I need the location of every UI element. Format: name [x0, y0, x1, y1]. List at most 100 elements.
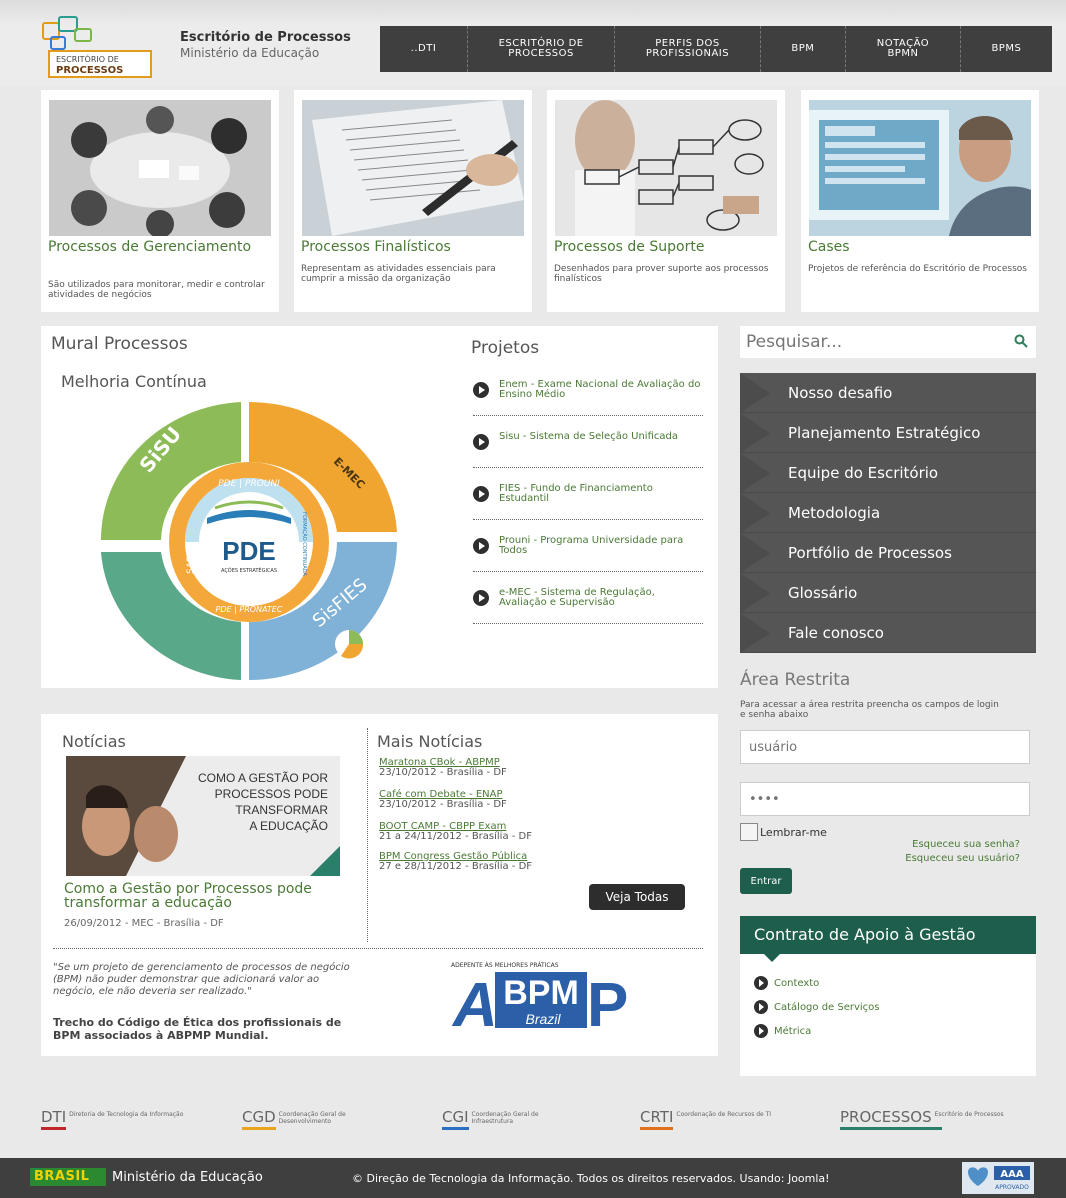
footer-bar: BRASIL Ministério da Educação © Direção …	[0, 1158, 1066, 1198]
card-desc: São utilizados para monitorar, medir e c…	[48, 280, 265, 300]
news-item-date: 23/10/2012 - Brasília - DF	[379, 799, 507, 810]
accessibility-badge[interactable]: AAA APROVADO	[962, 1162, 1034, 1194]
username-field[interactable]	[740, 730, 1030, 764]
card-title[interactable]: Processos de Gerenciamento	[48, 240, 274, 255]
contrato-link[interactable]: Contexto	[774, 978, 819, 989]
top-navigation: ..DTI ESCRITÓRIO DE PROCESSOS PERFIS DOS P…	[380, 26, 1052, 72]
sidemenu-label: Planejamento Estratégico	[788, 424, 981, 442]
sidemenu-item-fale-conosco[interactable]: Fale conosco	[740, 613, 1036, 653]
news-image[interactable]: COMO A GESTÃO POR PROCESSOS PODE TRANSFO…	[66, 756, 340, 876]
org-dti[interactable]: DTI Diretoria de Tecnologia da Informação	[41, 1108, 189, 1130]
veja-todas-button[interactable]: Veja Todas	[589, 884, 685, 910]
org-crti[interactable]: CRTI Coordenação de Recursos de TI	[640, 1108, 806, 1130]
org-abbrev: DTI	[41, 1108, 67, 1130]
card-title[interactable]: Cases	[808, 240, 1034, 255]
projeto-link[interactable]: e-MEC - Sistema de Regulação, Avaliação …	[499, 588, 703, 608]
org-cgd[interactable]: CGD Coordenação Geral de Desenvolvimento	[242, 1108, 389, 1130]
remember-checkbox[interactable]	[740, 823, 758, 841]
nav-bpm[interactable]: BPM	[761, 26, 847, 72]
logo-box: ESCRITÓRIO DE PROCESSOS	[48, 50, 152, 78]
copyright-text: © Direção de Tecnologia da Informação. T…	[352, 1172, 830, 1185]
area-restrita-desc: Para acessar a área restrita preencha os…	[740, 700, 999, 720]
nav-dti[interactable]: ..DTI	[380, 26, 468, 72]
card-gerenciamento[interactable]: Processos de Gerenciamento São utilizado…	[41, 90, 279, 312]
nav-bpms[interactable]: BPMS	[961, 26, 1052, 72]
abpmp-bpm: BPM	[503, 974, 579, 1012]
logo[interactable]: ESCRITÓRIO DE PROCESSOS	[38, 16, 158, 80]
nav-perfis[interactable]: PERFIS DOS PROFISSIONAIS	[615, 26, 761, 72]
card-finalisticos[interactable]: Processos Finalísticos Representam as at…	[294, 90, 532, 312]
header: ESCRITÓRIO DE PROCESSOS Escritório de Pr…	[0, 0, 1066, 86]
nav-bpm-label: BPM	[791, 43, 815, 54]
projeto-item[interactable]: Prouni - Programa Universidade para Todo…	[473, 532, 703, 572]
org-processos[interactable]: PROCESSOS Escritório de Processos	[840, 1108, 1005, 1130]
projeto-item[interactable]: Sisu - Sistema de Seleção Unificada	[473, 428, 703, 468]
news-img-line1: COMO A GESTÃO POR	[198, 771, 328, 785]
flowchart-photo	[555, 100, 777, 236]
nav-notacao[interactable]: NOTAÇÃO BPMN	[846, 26, 961, 72]
divider	[367, 728, 368, 942]
projeto-link[interactable]: Sisu - Sistema de Seleção Unificada	[499, 432, 703, 442]
sidemenu-item-glossario[interactable]: Glossário	[740, 573, 1036, 613]
sidemenu-item-portfolio[interactable]: Portfólio de Processos	[740, 533, 1036, 573]
org-abbrev: CGI	[442, 1108, 469, 1130]
remember-me[interactable]: Lembrar-me	[740, 823, 827, 841]
abpmp-logo[interactable]: A BPM Brazil P	[451, 970, 629, 1030]
news-img-line2: PROCESSOS PODE	[215, 787, 328, 801]
nav-notacao-l2: BPMN	[887, 48, 919, 59]
projeto-link[interactable]: Enem - Exame Nacional de Avaliação do En…	[499, 380, 703, 400]
sidemenu-item-nosso-desafio[interactable]: Nosso desafio	[740, 373, 1036, 413]
projeto-link[interactable]: FIES - Fundo de Financiamento Estudantil	[499, 484, 703, 504]
mural-title: Mural Processos	[51, 334, 188, 354]
contrato-item[interactable]: Catálogo de Serviços	[754, 1000, 880, 1014]
contrato-link[interactable]: Métrica	[774, 1026, 811, 1037]
arrow-bullet-icon	[473, 486, 489, 502]
projeto-item[interactable]: Enem - Exame Nacional de Avaliação do En…	[473, 376, 703, 416]
label-formacao: FORMAÇÃO CONTINUADA	[301, 512, 308, 577]
nav-escritorio[interactable]: ESCRITÓRIO DE PROCESSOS	[468, 26, 616, 72]
forgot-password-link[interactable]: Esqueceu sua senha?	[840, 839, 1020, 850]
contrato-item[interactable]: Métrica	[754, 1024, 811, 1038]
org-name: Escritório de Processos	[934, 1111, 1004, 1118]
projetos-title: Projetos	[471, 338, 540, 358]
contrato-item[interactable]: Contexto	[754, 976, 819, 990]
news-item[interactable]: BPM Congress Gestão Pública 27 e 28/11/20…	[379, 852, 532, 872]
login-button[interactable]: Entrar	[740, 868, 792, 894]
card-title[interactable]: Processos de Suporte	[554, 240, 780, 255]
nav-dti-label: ..DTI	[410, 43, 437, 54]
sidemenu-item-equipe[interactable]: Equipe do Escritório	[740, 453, 1036, 493]
org-cgi[interactable]: CGI Coordenação Geral de Infraestrutura	[442, 1108, 582, 1130]
forgot-username-link[interactable]: Esqueceu seu usuário?	[840, 853, 1020, 864]
projeto-item[interactable]: e-MEC - Sistema de Regulação, Avaliação …	[473, 584, 703, 624]
search-input[interactable]	[746, 330, 996, 354]
sidemenu-label: Portfólio de Processos	[788, 544, 952, 562]
search-icon[interactable]	[1014, 334, 1028, 348]
news-item[interactable]: Maratona CBok - ABPMP 23/10/2012 - Brasíl…	[379, 758, 507, 778]
password-field[interactable]	[740, 782, 1030, 816]
mural-subtitle: Melhoria Contínua	[61, 372, 207, 391]
contrato-link[interactable]: Catálogo de Serviços	[774, 1002, 880, 1013]
arrow-bullet-icon	[754, 1000, 768, 1014]
arrow-bullet-icon	[473, 590, 489, 606]
card-title[interactable]: Processos Finalísticos	[301, 240, 527, 255]
side-menu: Nosso desafio Planejamento Estratégico E…	[740, 373, 1036, 653]
pde-cycle-diagram: PDE AÇÕES ESTRATÉGICAS SiSU E-MEC SisFIE…	[100, 401, 397, 680]
brasil-logo[interactable]: BRASIL	[30, 1168, 106, 1186]
divider	[53, 948, 703, 949]
org-abbrev: PROCESSOS	[840, 1108, 942, 1130]
news-headline-link[interactable]: Como a Gestão por Processos pode transfo…	[64, 882, 344, 910]
org-name: Coordenação de Recursos de TI	[676, 1111, 772, 1118]
card-suporte[interactable]: Processos de Suporte Desenhados para pro…	[547, 90, 785, 312]
contrato-title: Contrato de Apoio à Gestão	[740, 916, 1036, 962]
card-cases[interactable]: Cases Projetos de referência do Escritór…	[801, 90, 1039, 312]
news-item[interactable]: Café com Debate - ENAP 23/10/2012 - Brasí…	[379, 790, 507, 810]
cycle-center: PDE	[222, 536, 275, 566]
nav-bpms-label: BPMS	[991, 43, 1022, 54]
news-item[interactable]: BOOT CAMP - CBPP Exam 21 a 24/11/2012 - B…	[379, 822, 532, 842]
meeting-photo	[49, 100, 271, 236]
projeto-item[interactable]: FIES - Fundo de Financiamento Estudantil	[473, 480, 703, 520]
sidemenu-item-planejamento[interactable]: Planejamento Estratégico	[740, 413, 1036, 453]
projeto-link[interactable]: Prouni - Programa Universidade para Todo…	[499, 536, 703, 556]
ministerio-text: Ministério da Educação	[112, 1170, 263, 1185]
sidemenu-item-metodologia[interactable]: Metodologia	[740, 493, 1036, 533]
